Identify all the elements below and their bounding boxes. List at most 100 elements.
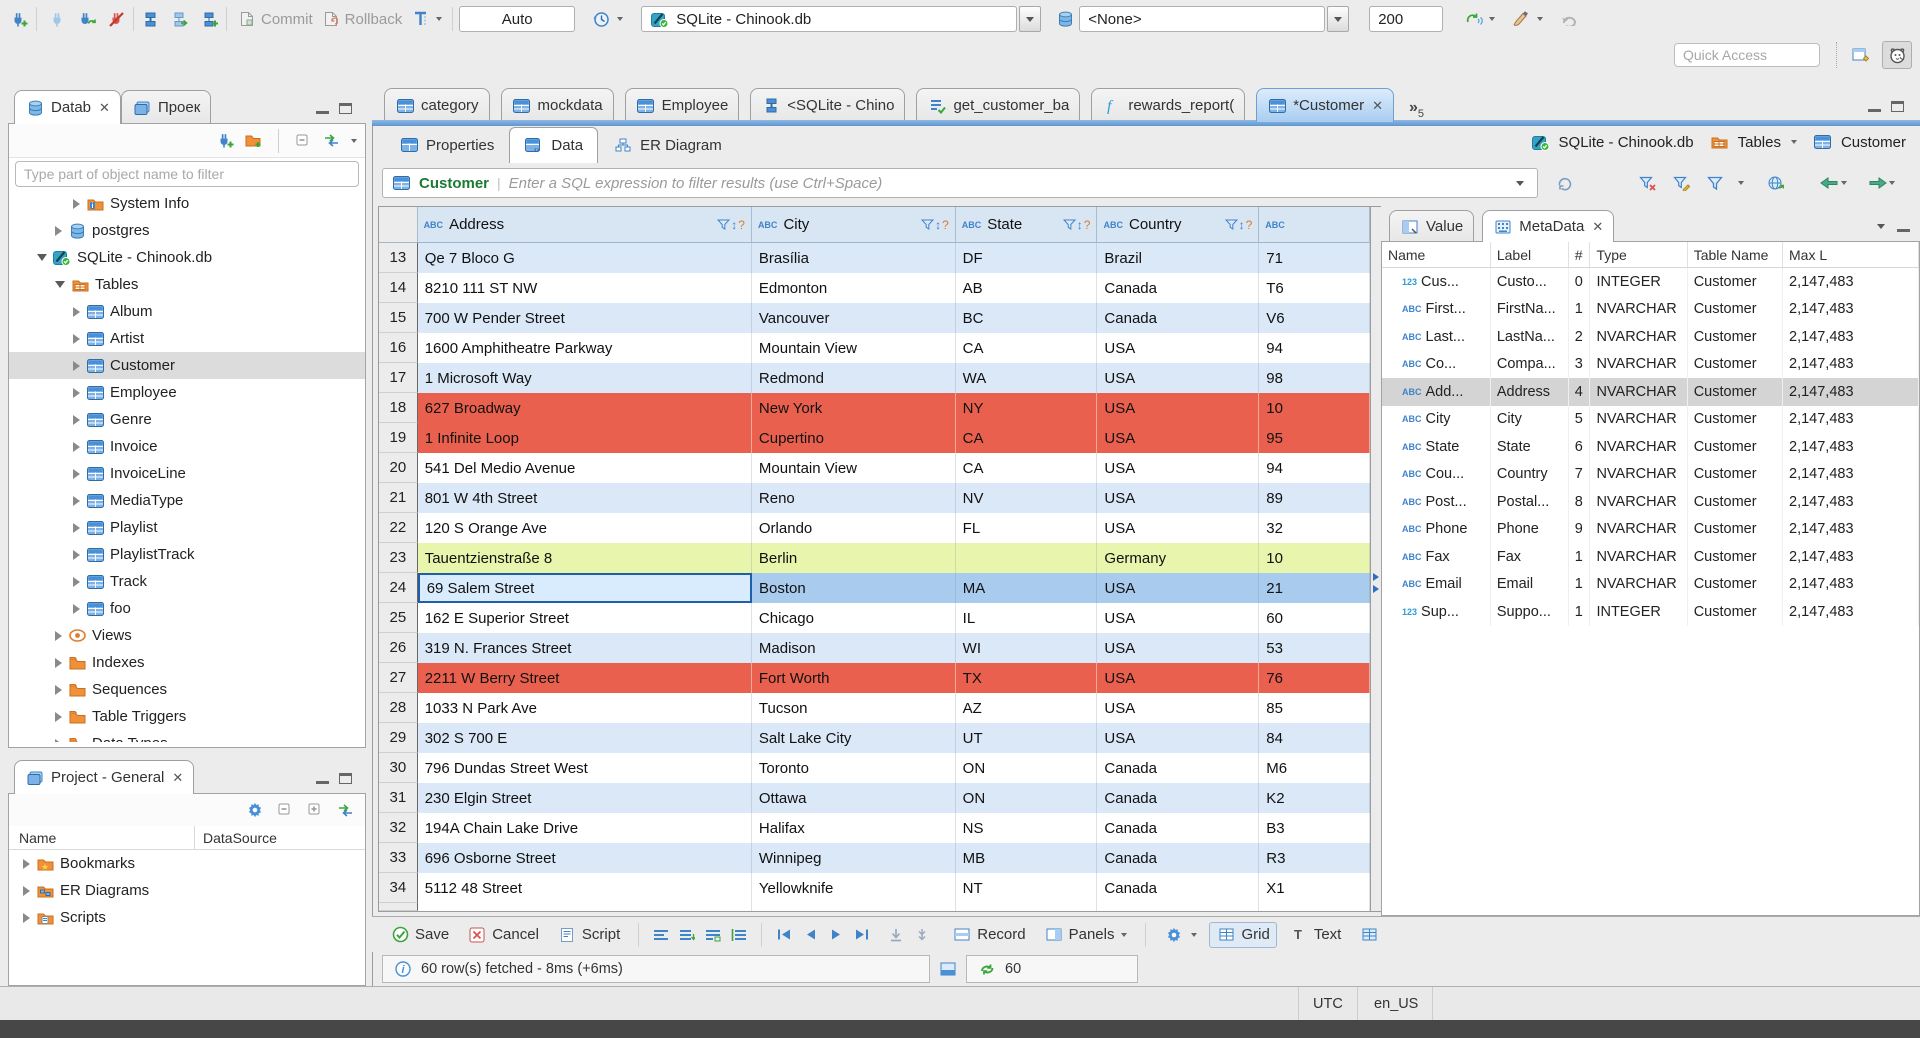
fetch-next-page-icon[interactable]	[886, 926, 906, 944]
maximize-icon[interactable]	[339, 773, 352, 784]
maximize-icon[interactable]	[339, 103, 352, 114]
rollback-button[interactable]: Rollback	[317, 8, 407, 30]
cell-state[interactable]: ON	[955, 753, 1098, 783]
collapse-arrow-icon[interactable]	[37, 254, 47, 261]
minimize-icon[interactable]	[316, 103, 329, 114]
cell-state[interactable]: MB	[955, 843, 1098, 873]
cell-postal[interactable]: 85	[1259, 693, 1370, 723]
cell-address[interactable]: Tauentzienstraße 8	[417, 543, 752, 573]
row-number[interactable]: 27	[379, 663, 418, 693]
cell-country[interactable]: Canada	[1097, 873, 1260, 903]
wrap-lines-icon[interactable]	[651, 926, 671, 944]
cell-country[interactable]: Brazil	[1097, 243, 1260, 273]
cell-city[interactable]: Edmonton	[751, 273, 956, 303]
row-number[interactable]: 24	[379, 573, 418, 603]
cell-address[interactable]: 194A Chain Lake Drive	[417, 813, 752, 843]
row-number[interactable]: 20	[379, 453, 418, 483]
link-with-editor-icon[interactable]	[335, 801, 355, 819]
collapse-arrow-icon[interactable]	[55, 281, 65, 288]
expand-arrow-icon[interactable]	[73, 360, 80, 371]
cell-city[interactable]: Brasília	[751, 243, 956, 273]
expand-arrow-icon[interactable]	[73, 198, 80, 209]
schema-combo[interactable]: <None>	[1079, 6, 1326, 32]
cell-country[interactable]: USA	[1097, 603, 1260, 633]
cell-city[interactable]: Winnipeg	[751, 843, 956, 873]
timezone-indicator[interactable]: UTC	[1298, 987, 1358, 1020]
navigator-filter-input[interactable]: Type part of object name to filter	[15, 161, 359, 187]
collapse-all-icon[interactable]	[293, 132, 313, 150]
table-row[interactable]: 24 69 Salem Street Boston MA USA 21	[379, 573, 1370, 603]
table-row[interactable]: 28 1033 N Park Ave Tucson AZ USA 85	[379, 693, 1370, 723]
tree-item-system-info[interactable]: i System Info	[9, 190, 365, 217]
row-number[interactable]: 15	[379, 303, 418, 333]
cell-city[interactable]: Fort Worth	[751, 663, 956, 693]
cell-postal[interactable]: V6	[1259, 303, 1370, 333]
minimize-icon[interactable]	[316, 773, 329, 784]
column-filter-sort-icons[interactable]: ↕?	[921, 218, 949, 232]
new-sql-editor-icon[interactable]	[200, 10, 220, 28]
expand-arrow-icon[interactable]	[73, 495, 80, 506]
row-number[interactable]: 34	[379, 873, 418, 903]
editor-tab--sqlite-chino[interactable]: <SQLite - Chino	[750, 88, 906, 122]
expand-arrow-icon[interactable]	[73, 387, 80, 398]
meta-column-header-name[interactable]: Name	[1382, 242, 1491, 267]
sql-editor-icon[interactable]	[140, 10, 160, 28]
cell-address[interactable]: 1033 N Park Ave	[417, 693, 752, 723]
row-number[interactable]: 25	[379, 603, 418, 633]
cell-postal[interactable]: 21	[1259, 573, 1370, 603]
expand-arrow-icon[interactable]	[55, 738, 62, 742]
minimize-icon[interactable]	[1897, 221, 1910, 232]
grid-column-header-postal[interactable]: ABC	[1259, 207, 1370, 242]
table-row[interactable]: 18 627 Broadway New York NY USA 10	[379, 393, 1370, 423]
cell-postal[interactable]: 60	[1259, 603, 1370, 633]
cell-address[interactable]: 1 Infinite Loop	[417, 423, 752, 453]
tree-item-invoiceline[interactable]: InvoiceLine	[9, 460, 365, 487]
record-mode-button[interactable]: Record	[946, 923, 1031, 947]
expand-arrow-icon[interactable]	[23, 858, 30, 869]
expand-arrow-icon[interactable]	[73, 306, 80, 317]
cell-city[interactable]: Reno	[751, 483, 956, 513]
global-refresh-icon[interactable]	[1762, 170, 1788, 196]
collapse-all-icon[interactable]	[275, 801, 295, 819]
tab-project-general[interactable]: Project - General ✕	[14, 760, 195, 794]
breadcrumb-tables[interactable]: Tables	[1738, 134, 1781, 151]
cell-address[interactable]: 69 Salem Street	[417, 573, 753, 603]
cell-postal[interactable]: K2	[1259, 783, 1370, 813]
tree-item-invoice[interactable]: Invoice	[9, 433, 365, 460]
cell-address[interactable]: 120 S Orange Ave	[417, 513, 752, 543]
highlight-button[interactable]	[1507, 8, 1547, 30]
cell-state[interactable]: IL	[955, 603, 1098, 633]
cell-country[interactable]: USA	[1097, 333, 1260, 363]
project-item-bookmarks[interactable]: ★ Bookmarks	[9, 850, 365, 877]
table-row[interactable]: 21 801 W 4th Street Reno NV USA 89	[379, 483, 1370, 513]
cell-address[interactable]: Qe 7 Bloco G	[417, 243, 752, 273]
tree-item-playlisttrack[interactable]: PlaylistTrack	[9, 541, 365, 568]
editor-tab-rewards-report-[interactable]: f rewards_report(	[1091, 88, 1246, 122]
grid-column-header-country[interactable]: ABC Country ↕?	[1097, 207, 1260, 242]
table-row[interactable]: 16 1600 Amphitheatre Parkway Mountain View…	[379, 333, 1370, 363]
cell-state[interactable]: NS	[955, 813, 1098, 843]
expand-arrow-icon[interactable]	[55, 630, 62, 641]
cell-postal[interactable]: 76	[1259, 663, 1370, 693]
table-row[interactable]: 31 230 Elgin Street Ottawa ON Canada K2	[379, 783, 1370, 813]
panel-toggle-icon[interactable]	[938, 960, 958, 978]
table-row[interactable]: 20 541 Del Medio Avenue Mountain View CA USA…	[379, 453, 1370, 483]
expand-arrow-icon[interactable]	[73, 441, 80, 452]
tree-item-foo[interactable]: foo	[9, 595, 365, 622]
calc-panel-icon[interactable]	[1359, 926, 1379, 944]
cell-city[interactable]: Halifax	[751, 813, 956, 843]
table-row[interactable]: 13 Qe 7 Bloco G Brasília DF Brazil 71	[379, 243, 1370, 273]
meta-column-header--[interactable]: #	[1569, 242, 1591, 267]
cell-state[interactable]: WA	[955, 363, 1098, 393]
tree-item-employee[interactable]: Employee	[9, 379, 365, 406]
cell-country[interactable]: USA	[1097, 573, 1260, 603]
dbeaver-perspective-button[interactable]	[1882, 41, 1912, 69]
table-row[interactable]: 23 Tauentzienstraße 8 Berlin Germany 10	[379, 543, 1370, 573]
cell-state[interactable]: CA	[955, 423, 1098, 453]
cell-address[interactable]: 5112 48 Street	[417, 873, 752, 903]
editor-tab-get-customer-ba[interactable]: get_customer_ba	[916, 88, 1081, 122]
row-number[interactable]: 21	[379, 483, 418, 513]
cell-state[interactable]: AB	[955, 273, 1098, 303]
breadcrumb-connection[interactable]: SQLite - Chinook.db	[1559, 134, 1694, 151]
metadata-row[interactable]: 123 Cus... Custo... 0 INTEGER Customer 2,147,4…	[1382, 268, 1919, 296]
